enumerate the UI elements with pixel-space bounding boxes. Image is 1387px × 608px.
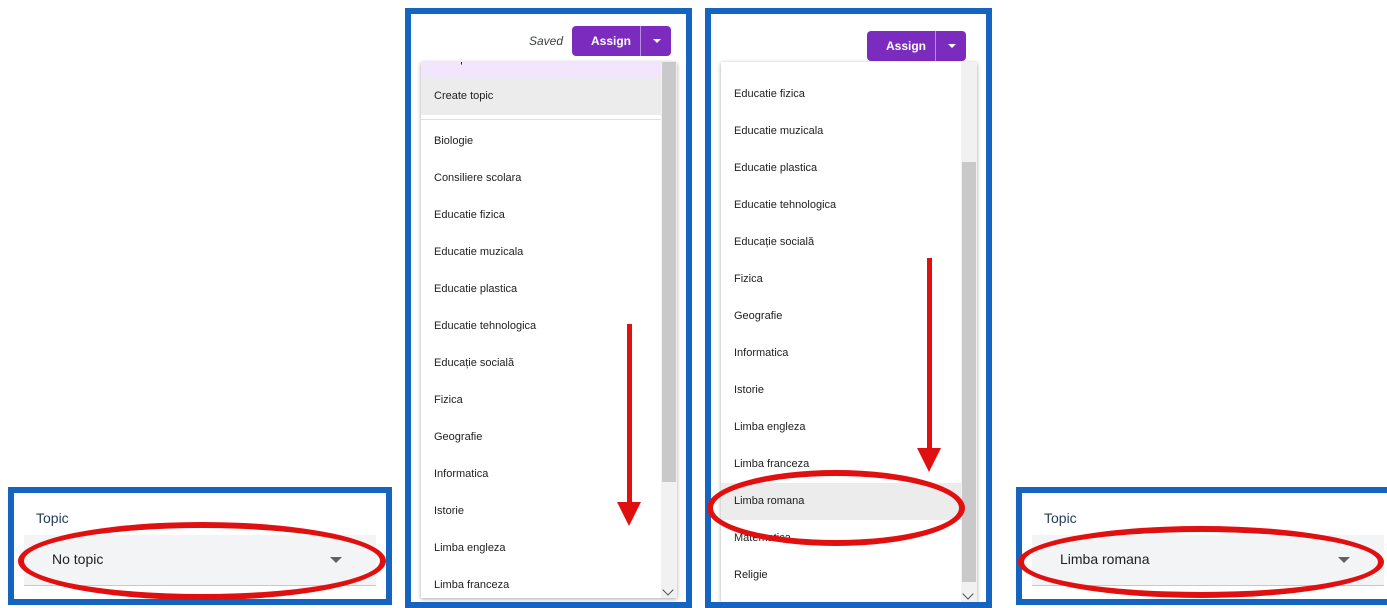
topic-menu-item-label: Educatie muzicala <box>434 246 524 258</box>
topic-menu-item[interactable]: Matematica <box>721 520 961 557</box>
topic-menu-item[interactable]: Educatie muzicala <box>421 234 661 271</box>
topic-select-value: Limba romana <box>1060 551 1150 567</box>
topic-menu-item-label: Limba engleza <box>734 421 806 433</box>
topic-select-value: No topic <box>52 551 104 567</box>
scroll-down-icon[interactable] <box>962 588 974 600</box>
topic-menu-item[interactable]: Informatica <box>721 335 961 372</box>
topic-menu-item-label: Educație socială <box>734 236 815 248</box>
topic-menu-item-label: Educatie fizica <box>434 209 505 221</box>
topic-menu-item-label: Geografie <box>434 431 483 443</box>
topic-menu-item-label: No topic <box>434 62 474 65</box>
topic-menu-item[interactable]: Limba engleza <box>721 409 961 446</box>
topic-menu-item[interactable]: Educatie fizica <box>421 197 661 234</box>
topic-menu-item[interactable]: No topic <box>421 62 661 78</box>
topic-menu-item-label: Consiliere scolara <box>734 62 821 63</box>
scrollbar[interactable] <box>661 62 677 598</box>
topic-menu-item[interactable]: Religie <box>721 557 961 594</box>
topic-menu-item[interactable]: Educatie plastica <box>421 271 661 308</box>
scrollbar[interactable] <box>961 62 977 602</box>
assign-options-chevron-icon[interactable] <box>653 39 661 43</box>
topic-menu-item-label: Fizica <box>734 273 763 285</box>
topic-menu-item[interactable]: Educatie fizica <box>721 76 961 113</box>
topic-select[interactable]: No topic <box>24 535 376 586</box>
topic-menu-item[interactable]: Istorie <box>721 372 961 409</box>
topic-menu-item[interactable]: Educatie tehnologica <box>421 308 661 345</box>
topic-menu-item-label: Educație socială <box>434 357 515 369</box>
dropdown-arrow-icon <box>330 557 342 563</box>
topic-menu-item[interactable]: Geografie <box>721 298 961 335</box>
topic-menu-item[interactable]: Informatica <box>421 456 661 493</box>
topic-menu-item-label: Matematica <box>734 532 791 544</box>
topic-menu-item-label: Educatie plastica <box>734 162 818 174</box>
topic-menu-item[interactable]: Fizica <box>721 261 961 298</box>
menu-divider <box>421 119 661 120</box>
topic-menu-item[interactable]: Limba romana <box>721 483 961 520</box>
scroll-down-icon[interactable] <box>662 584 674 596</box>
assign-options-chevron-icon[interactable] <box>948 44 956 48</box>
topic-menu-item-label: Consiliere scolara <box>434 172 522 184</box>
topic-menu-item-label: Educatie fizica <box>734 88 805 100</box>
topic-menu-item[interactable]: Limba engleza <box>421 530 661 567</box>
scroll-direction-arrow-head <box>917 448 941 472</box>
saved-status: Saved <box>529 34 564 48</box>
dropdown-panel-1: Saved Assign No topic Create topic Biologi… <box>405 8 692 608</box>
topic-menu-item[interactable]: Educație socială <box>721 224 961 261</box>
assign-button[interactable]: Assign <box>572 26 671 56</box>
scrollbar-thumb[interactable] <box>962 162 976 582</box>
topic-menu-item-label: Geografie <box>734 310 783 322</box>
dropdown-arrow-icon <box>1338 557 1350 563</box>
scrollbar-thumb[interactable] <box>662 62 676 482</box>
topic-menu-item[interactable]: Consiliere scolara <box>421 160 661 197</box>
topic-menu-item[interactable]: Geografie <box>421 419 661 456</box>
topic-menu-item-label: Informatica <box>434 468 489 480</box>
assign-button-label: Assign <box>591 34 632 48</box>
button-divider <box>640 26 641 56</box>
topic-menu-item[interactable]: Educatie tehnologica <box>721 187 961 224</box>
topic-menu-item[interactable]: Fizica <box>421 382 661 419</box>
topic-menu-item-label: Limba engleza <box>434 542 506 554</box>
topic-menu-item-label: Educatie plastica <box>434 283 518 295</box>
topic-menu-item[interactable]: Limba franceza <box>421 567 661 598</box>
scroll-direction-arrow-shaft <box>927 258 932 450</box>
topic-menu-item-label: Educatie tehnologica <box>434 320 537 332</box>
topic-menu-item-label: Limba romana <box>734 495 805 507</box>
topic-menu-item[interactable]: Educatie plastica <box>721 150 961 187</box>
topic-menu-item[interactable]: Consiliere scolara <box>721 62 961 76</box>
topic-menu-item-label: Educatie muzicala <box>734 125 824 137</box>
topic-menu-item-label: Informatica <box>734 347 789 359</box>
button-divider <box>935 31 936 61</box>
topic-menu-item-label: Istorie <box>734 384 764 396</box>
scroll-direction-arrow-shaft <box>627 324 632 504</box>
assign-button[interactable]: Assign <box>867 31 966 61</box>
topic-menu-item-label: Istorie <box>434 505 464 517</box>
topic-label: Topic <box>1044 510 1077 526</box>
topic-menu-item-label: Educatie tehnologica <box>734 199 837 211</box>
dropdown-panel-2: Assign Consiliere scolara Educatie fizica… <box>705 8 992 608</box>
topic-label: Topic <box>36 510 69 526</box>
topic-menu-item-label: Biologie <box>434 135 474 147</box>
topic-menu-item-label: Religie <box>734 569 768 581</box>
topic-menu-item[interactable]: Educație socială <box>421 345 661 382</box>
topic-menu-item-label: Limba franceza <box>434 579 510 591</box>
topic-panel-after: Topic Limba romana <box>1016 487 1387 605</box>
topic-menu-item[interactable]: Biologie <box>421 123 661 160</box>
topic-menu-item-label: Create topic <box>434 90 494 102</box>
topic-select[interactable]: Limba romana <box>1032 535 1384 586</box>
topic-menu: Consiliere scolara Educatie fizica Educati… <box>721 62 977 602</box>
scroll-direction-arrow-head <box>617 502 641 526</box>
topic-menu-item[interactable]: Create topic <box>421 78 661 115</box>
topic-menu-item[interactable]: Educatie muzicala <box>721 113 961 150</box>
topic-panel-before: Topic No topic <box>8 487 392 605</box>
topic-menu-item-label: Limba franceza <box>734 458 810 470</box>
assign-button-label: Assign <box>886 39 927 53</box>
topic-menu-item-label: Fizica <box>434 394 463 406</box>
